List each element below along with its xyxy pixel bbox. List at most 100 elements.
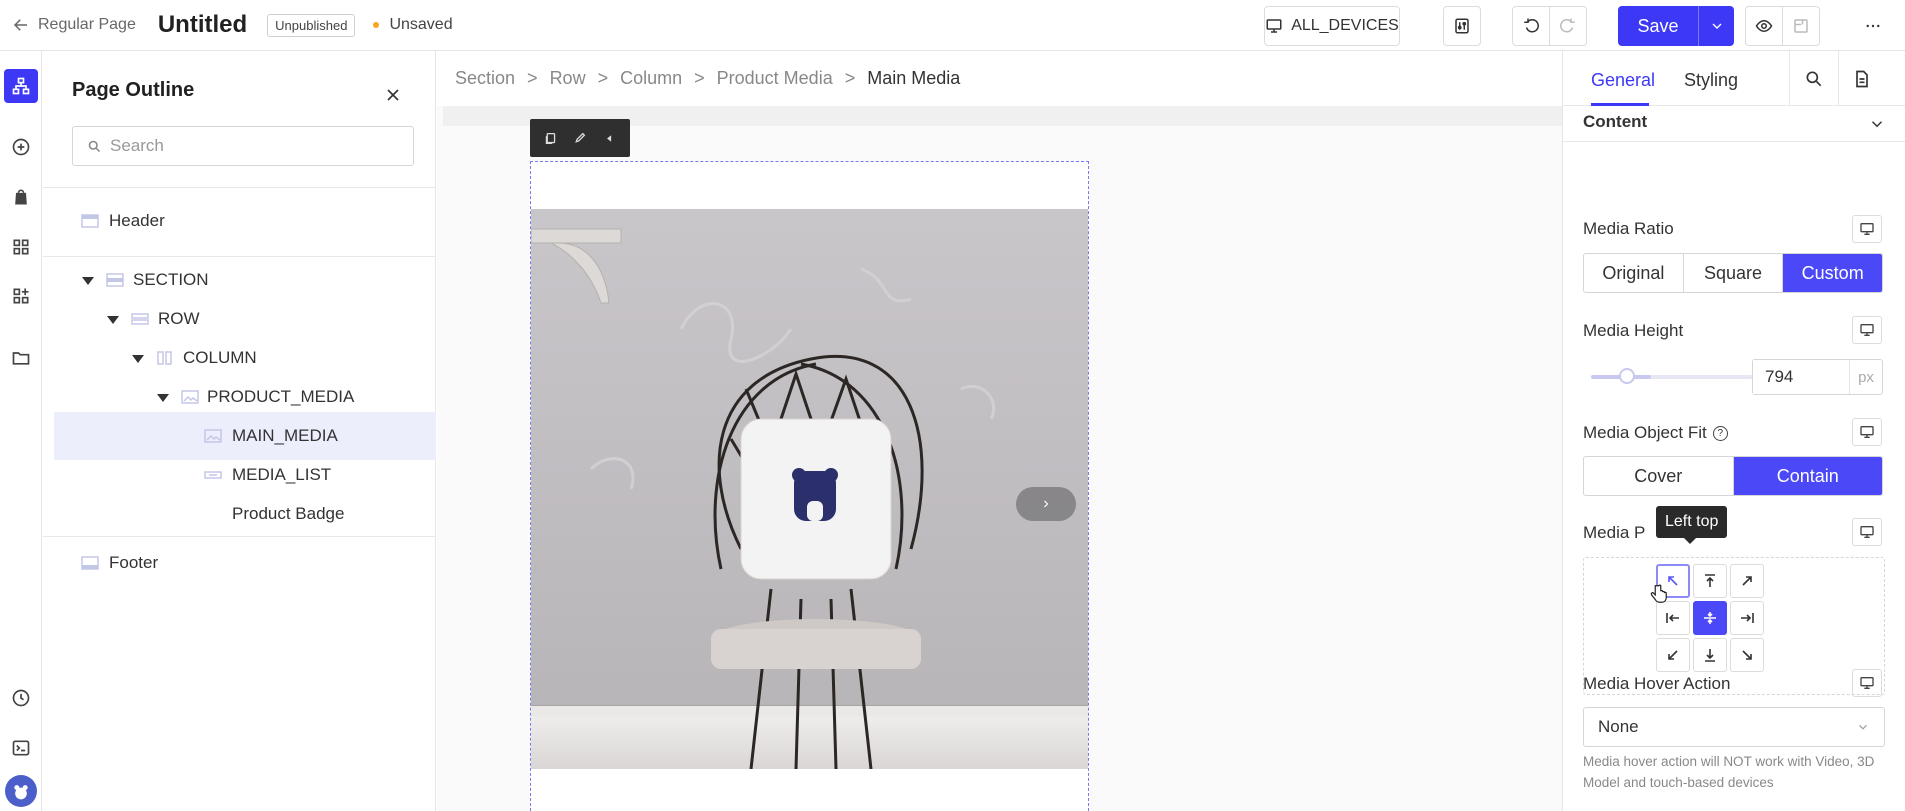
ratio-square-button[interactable]: Square: [1684, 254, 1784, 292]
tab-general[interactable]: General: [1591, 70, 1655, 91]
preview-button[interactable]: [1745, 6, 1783, 46]
caret-down-icon[interactable]: [107, 316, 119, 324]
slider-handle[interactable]: [1619, 368, 1635, 384]
save-options-button[interactable]: [1698, 6, 1734, 46]
rail-code[interactable]: [4, 731, 38, 765]
chevron-right-icon: >: [597, 68, 609, 88]
hover-action-select[interactable]: None: [1583, 707, 1885, 747]
chair-illustration: [711, 355, 924, 769]
media-position-label: Media P: [1583, 523, 1646, 542]
avatar[interactable]: [5, 775, 37, 807]
save-button[interactable]: Save: [1618, 6, 1698, 46]
position-left-bottom-button[interactable]: [1656, 638, 1690, 672]
rail-add-element[interactable]: [4, 130, 38, 164]
position-right-top-button[interactable]: [1730, 564, 1764, 598]
back-link[interactable]: Regular Page: [12, 16, 136, 34]
outline-title: Page Outline: [72, 79, 195, 101]
tab-styling[interactable]: Styling: [1684, 70, 1738, 91]
position-center-button[interactable]: [1693, 601, 1727, 635]
caret-down-icon[interactable]: [157, 394, 169, 402]
tree-item-label: Footer: [109, 553, 159, 572]
tree-item-header[interactable]: Header: [43, 197, 436, 245]
caret-down-icon[interactable]: [132, 355, 144, 363]
save-status-label: Unsaved: [389, 16, 453, 33]
ratio-original-button[interactable]: Original: [1584, 254, 1684, 292]
publish-button[interactable]: [1782, 6, 1820, 46]
fit-cover-button[interactable]: Cover: [1584, 457, 1734, 495]
monitor-icon: [1860, 677, 1874, 689]
media-height-slider[interactable]: [1591, 375, 1753, 379]
undo-button[interactable]: [1512, 6, 1550, 46]
object-fit-selector: Cover Contain: [1583, 456, 1883, 496]
sliders-icon: [1455, 18, 1469, 34]
back-label: Regular Page: [38, 16, 136, 33]
next-slide-button[interactable]: ›: [1016, 487, 1076, 521]
more-options-button[interactable]: [1852, 6, 1894, 46]
editor-app: Regular Page Untitled Unpublished Unsave…: [0, 0, 1905, 811]
grid-icon: [13, 239, 29, 255]
tree-item-label: SECTION: [133, 270, 209, 289]
arrow-left-icon: [13, 19, 27, 31]
left-rail: [0, 51, 42, 811]
align-top-icon: [1705, 574, 1715, 587]
footer-block-icon: [81, 556, 99, 570]
ratio-custom-button[interactable]: Custom: [1783, 254, 1882, 292]
column-icon: [157, 351, 172, 365]
chevron-right-icon: >: [844, 68, 856, 88]
rail-files[interactable]: [4, 341, 38, 375]
document-icon[interactable]: [1852, 69, 1872, 89]
main-media-element[interactable]: ›: [530, 161, 1089, 811]
caret-left-icon[interactable]: [603, 132, 616, 145]
responsive-toggle[interactable]: [1852, 215, 1882, 243]
align-right-icon: [1741, 613, 1754, 623]
hover-action-label: Media Hover Action: [1583, 674, 1731, 693]
position-right-center-button[interactable]: [1730, 601, 1764, 635]
unit-label[interactable]: px: [1849, 360, 1882, 394]
responsive-toggle[interactable]: [1852, 669, 1882, 697]
tree-item-footer[interactable]: Footer: [43, 539, 436, 587]
position-tooltip: Left top: [1656, 506, 1728, 544]
bear-avatar-icon: [14, 785, 28, 800]
redo-button[interactable]: [1549, 6, 1587, 46]
rail-apps[interactable]: [4, 279, 38, 313]
style-brush-icon[interactable]: [573, 132, 586, 145]
help-icon[interactable]: ?: [1712, 426, 1728, 441]
fit-contain-button[interactable]: Contain: [1733, 457, 1882, 495]
rail-page-outline[interactable]: [4, 69, 38, 103]
responsive-toggle[interactable]: [1852, 418, 1882, 446]
rail-history[interactable]: [4, 681, 38, 715]
search-icon[interactable]: [1804, 69, 1824, 89]
breadcrumb-item[interactable]: Column: [620, 68, 682, 89]
breadcrumb-item[interactable]: Row: [550, 68, 586, 89]
media-height-label: Media Height: [1583, 321, 1684, 340]
tree-item-label: COLUMN: [183, 348, 257, 367]
content-section-header[interactable]: Content: [1563, 106, 1905, 142]
image-icon: [181, 390, 199, 404]
outline-search-input[interactable]: [110, 136, 390, 156]
settings-sliders-button[interactable]: [1443, 6, 1481, 46]
element-toolbar: [530, 119, 630, 157]
chevron-down-icon: [1871, 121, 1883, 128]
position-right-bottom-button[interactable]: [1730, 638, 1764, 672]
device-selector-button[interactable]: ALL_DEVICES: [1264, 6, 1400, 46]
responsive-toggle[interactable]: [1852, 316, 1882, 344]
media-height-field[interactable]: [1753, 360, 1849, 394]
tree-item-product-badge[interactable]: Product Badge: [43, 490, 436, 538]
position-center-top-button[interactable]: [1693, 564, 1727, 598]
duplicate-icon[interactable]: [544, 132, 557, 145]
breadcrumb-item[interactable]: Section: [455, 68, 515, 89]
page-title[interactable]: Untitled: [158, 11, 247, 39]
list-icon: [204, 471, 222, 479]
caret-down-icon[interactable]: [82, 277, 94, 285]
tree-item-label: Header: [109, 211, 165, 230]
breadcrumb-item[interactable]: Product Media: [717, 68, 833, 89]
position-center-bottom-button[interactable]: [1693, 638, 1727, 672]
breadcrumb: Section > Row > Column > Product Media >…: [437, 51, 1562, 106]
rail-templates[interactable]: [4, 230, 38, 264]
close-icon[interactable]: [383, 85, 403, 105]
responsive-toggle[interactable]: [1852, 518, 1882, 546]
rail-shopify[interactable]: [4, 180, 38, 214]
folder-icon: [12, 352, 30, 365]
position-left-center-button[interactable]: [1656, 601, 1690, 635]
media-height-input: px: [1752, 359, 1883, 395]
